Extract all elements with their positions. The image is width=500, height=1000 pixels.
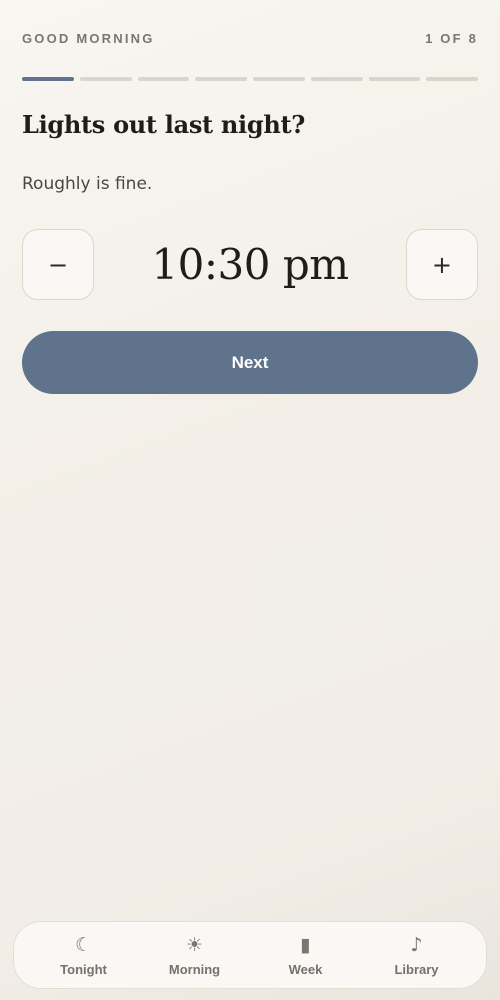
progress-bar <box>22 77 478 81</box>
tab-label: Week <box>288 961 323 977</box>
progress-segment-6 <box>310 77 363 81</box>
tab-library[interactable]: ♪ Library <box>361 922 472 988</box>
progress-segment-1 <box>22 77 74 81</box>
tab-week[interactable]: ▮ Week <box>250 922 361 988</box>
greeting-label: GOOD MORNING <box>22 30 155 46</box>
progress-segment-7 <box>368 77 421 81</box>
tab-bar: ☾ Tonight ☀ Morning ▮ Week ♪ Library <box>13 921 487 989</box>
music-note-icon: ♪ <box>410 933 423 956</box>
progress-segment-4 <box>195 77 247 81</box>
tab-label: Tonight <box>60 961 107 977</box>
tab-label: Library <box>394 961 439 977</box>
time-stepper: − 10:30 pm + <box>22 229 478 300</box>
next-button[interactable]: Next <box>22 331 478 394</box>
increment-button[interactable]: + <box>405 229 478 300</box>
tab-morning[interactable]: ☀ Morning <box>139 922 250 988</box>
question-hint: Roughly is fine. <box>22 174 153 194</box>
sun-icon: ☀ <box>185 933 204 956</box>
progress-segment-3 <box>137 77 190 81</box>
question-title: Lights out last night? <box>22 110 306 139</box>
bar-icon: ▮ <box>300 933 311 956</box>
progress-segment-8 <box>426 77 478 81</box>
header: GOOD MORNING 1 OF 8 <box>22 30 478 46</box>
tab-tonight[interactable]: ☾ Tonight <box>28 922 139 988</box>
step-counter: 1 OF 8 <box>425 30 478 46</box>
decrement-button[interactable]: − <box>22 229 94 300</box>
progress-segment-2 <box>79 77 132 81</box>
moon-icon: ☾ <box>74 933 93 956</box>
time-value: 10:30 pm <box>151 240 349 289</box>
tab-label: Morning <box>168 961 221 977</box>
progress-segment-5 <box>253 77 305 81</box>
